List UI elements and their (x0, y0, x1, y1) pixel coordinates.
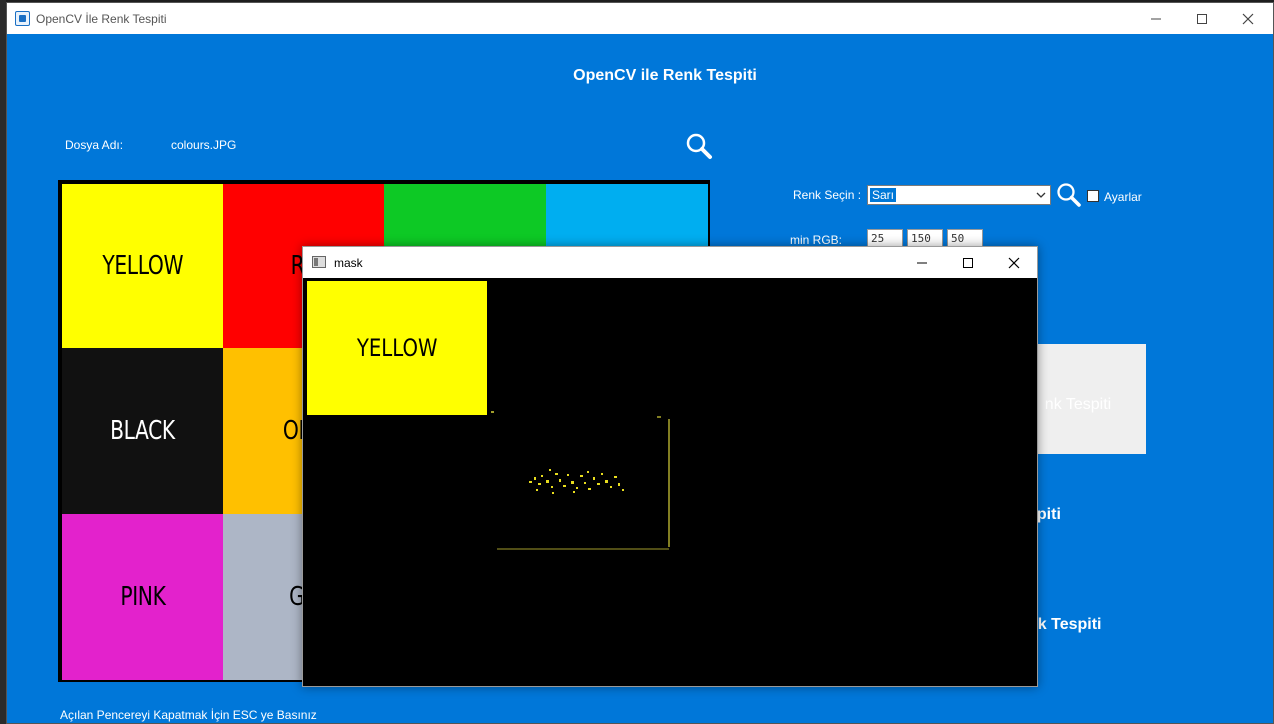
color-cell: BLACK (62, 348, 223, 514)
settings-checkbox[interactable] (1087, 190, 1099, 202)
search-icon[interactable] (685, 132, 713, 160)
mask-maximize-button[interactable] (945, 247, 991, 278)
mask-image: YELLOW (305, 279, 1037, 686)
min-rgb-label: min RGB: (790, 233, 843, 247)
minimize-icon (1151, 18, 1161, 19)
app-icon (15, 11, 30, 26)
search-icon[interactable] (1056, 182, 1082, 208)
window-icon (312, 256, 326, 268)
minimize-icon (917, 262, 927, 263)
maximize-icon (963, 257, 973, 268)
window-title: OpenCV İle Renk Tespiti (36, 12, 167, 26)
color-select-value: Sarı (870, 188, 897, 202)
minimize-button[interactable] (1133, 3, 1179, 34)
mask-window-title: mask (334, 256, 363, 270)
mask-title-bar[interactable]: mask (303, 247, 1037, 278)
maximize-button[interactable] (1179, 3, 1225, 34)
settings-label: Ayarlar (1104, 190, 1142, 204)
min-b-input[interactable]: 50 (947, 229, 983, 247)
side-label-2: nk Tespiti (1028, 616, 1102, 633)
close-button[interactable] (1225, 3, 1271, 34)
close-icon (1242, 13, 1254, 24)
mask-minimize-button[interactable] (899, 247, 945, 278)
min-r-input[interactable]: 25 (867, 229, 903, 247)
color-select[interactable]: Sarı (867, 185, 1051, 205)
close-icon (1008, 257, 1020, 268)
chevron-down-icon (1036, 192, 1046, 198)
cell-label: BLACK (110, 416, 175, 446)
file-name-value: colours.JPG (171, 138, 237, 152)
color-select-label: Renk Seçin : (793, 188, 862, 202)
color-cell: PINK (62, 514, 223, 680)
maximize-icon (1197, 13, 1207, 24)
color-cell: YELLOW (62, 184, 223, 348)
min-g-input[interactable]: 150 (907, 229, 943, 247)
title-bar[interactable]: OpenCV İle Renk Tespiti (7, 3, 1273, 34)
esc-instruction: Açılan Pencereyi Kapatmak İçin ESC ye Ba… (60, 708, 317, 722)
page-heading: OpenCV ile Renk Tespiti (573, 67, 757, 84)
file-name-label: Dosya Adı: (65, 138, 124, 152)
mask-close-button[interactable] (991, 247, 1037, 278)
cell-label: YELLOW (102, 251, 183, 281)
cell-label: PINK (119, 582, 166, 612)
mask-noise (491, 411, 670, 550)
mask-window: mask YELLOW (302, 246, 1038, 687)
